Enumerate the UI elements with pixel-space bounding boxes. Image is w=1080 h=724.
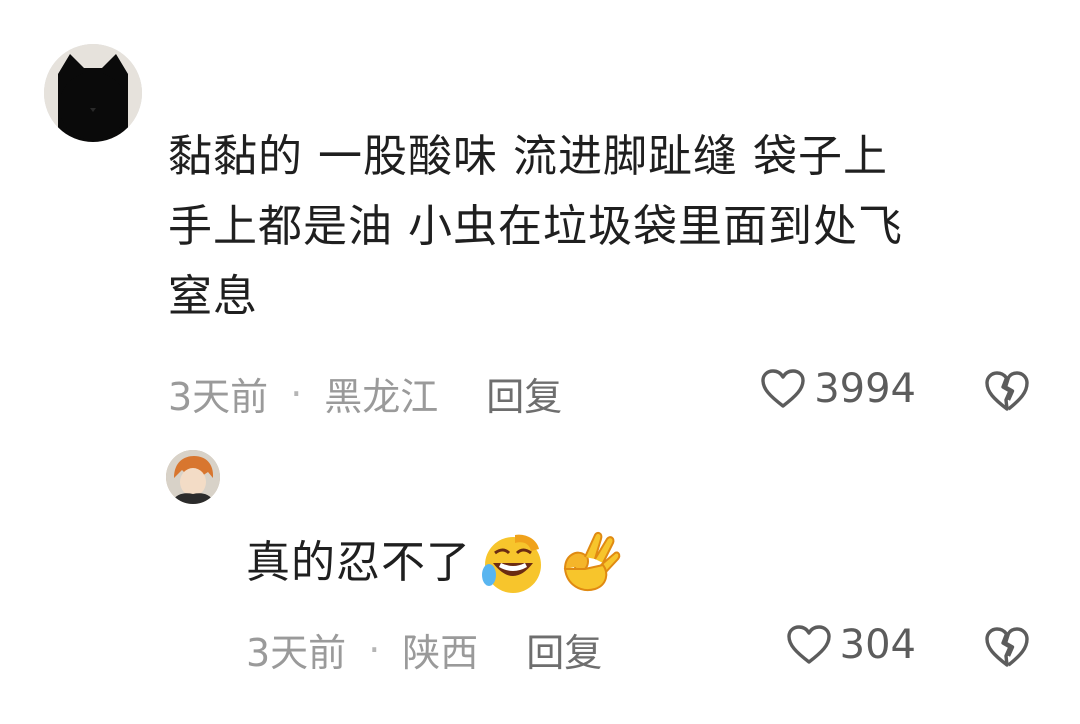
rofl-emoji-icon <box>482 534 541 593</box>
anime-avatar-icon <box>166 450 220 504</box>
heart-icon <box>786 625 831 664</box>
cat-avatar-icon <box>44 44 142 142</box>
like-button[interactable]: 3994 <box>760 366 916 412</box>
separator: · <box>290 371 303 416</box>
like-count: 304 <box>839 622 916 668</box>
ok-hand-emoji-icon <box>563 531 621 591</box>
reply-text: 真的忍不了 <box>246 537 471 588</box>
comment-location: 陕西 <box>402 631 479 675</box>
avatar[interactable] <box>166 450 220 504</box>
reply-button[interactable]: 回复 <box>526 622 602 677</box>
separator: · <box>368 627 381 672</box>
comment-text: 黏黏的 一股酸味 流进脚趾缝 袋子上 手上都是油 小虫在垃圾袋里面到处飞 窒息 <box>168 122 903 332</box>
reply-button[interactable]: 回复 <box>486 366 562 421</box>
reply-comment-text: 真的忍不了 <box>246 528 623 598</box>
like-count: 3994 <box>814 366 916 412</box>
comment-line: 黏黏的 一股酸味 流进脚趾缝 袋子上 <box>168 131 888 182</box>
heart-icon <box>761 369 805 408</box>
comment-line: 窒息 <box>168 271 258 322</box>
dislike-broken-heart-icon[interactable] <box>984 624 1030 670</box>
avatar[interactable] <box>44 44 142 142</box>
comment-location: 黑龙江 <box>324 375 439 419</box>
dislike-broken-heart-icon[interactable] <box>984 368 1030 414</box>
comment-time: 3天前 <box>246 631 347 675</box>
like-button[interactable]: 304 <box>786 622 916 668</box>
comment-time: 3天前 <box>168 375 269 419</box>
comment-line: 手上都是油 小虫在垃圾袋里面到处飞 <box>168 201 903 252</box>
comment-meta: 3天前 · 陕西 回复 <box>246 622 602 677</box>
comment-meta: 3天前 · 黑龙江 回复 <box>168 366 562 421</box>
